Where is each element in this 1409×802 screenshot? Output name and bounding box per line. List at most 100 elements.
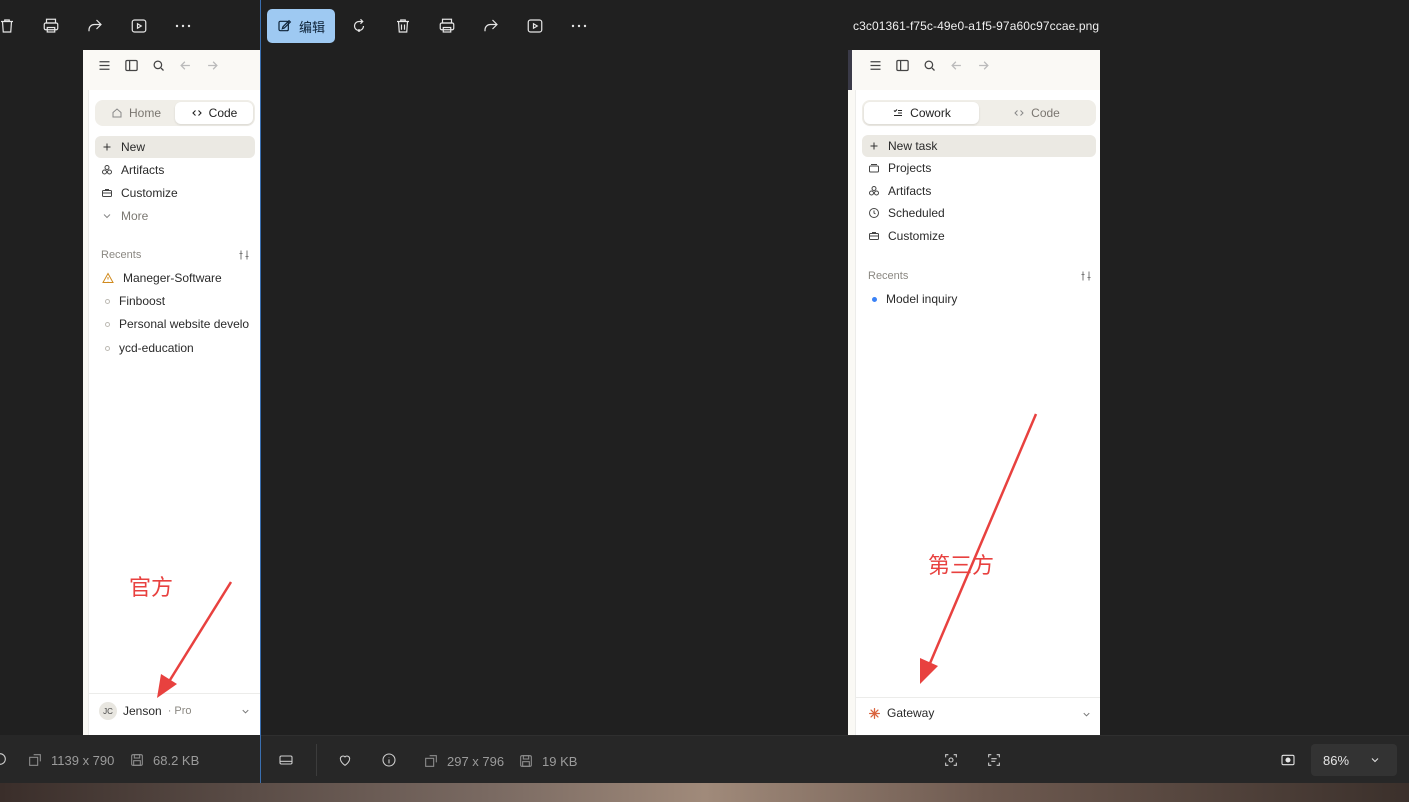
share-icon[interactable] bbox=[480, 15, 502, 37]
panel-nav bbox=[868, 50, 991, 80]
filter-icon[interactable] bbox=[238, 249, 250, 261]
user-name: Jenson bbox=[123, 704, 162, 718]
text-scan-icon[interactable] bbox=[985, 751, 1003, 769]
fit-to-window-icon[interactable] bbox=[1279, 751, 1297, 769]
zoom-value: 86% bbox=[1323, 752, 1350, 768]
recents-label: Recents bbox=[868, 270, 909, 282]
delete-icon[interactable] bbox=[392, 15, 414, 37]
tab-home[interactable]: Home bbox=[97, 102, 175, 124]
folder-icon bbox=[869, 164, 879, 173]
slideshow-icon[interactable] bbox=[524, 15, 546, 37]
dimensions-icon bbox=[26, 751, 44, 769]
status-bar: 297 x 796 19 KB 86% bbox=[261, 735, 1409, 783]
visual-search-icon[interactable] bbox=[942, 751, 960, 769]
active-dot bbox=[872, 296, 877, 302]
viewer-window-center: 编辑 c3c01361-f75c-49e0-a1f5-97a60c97ccae.… bbox=[260, 0, 1409, 783]
film-strip-icon[interactable] bbox=[0, 750, 9, 768]
menu-customize[interactable]: Customize bbox=[862, 225, 1096, 247]
forward-arrow-icon bbox=[208, 60, 218, 70]
filter-icon[interactable] bbox=[1080, 270, 1092, 282]
tab-code[interactable]: Code bbox=[979, 102, 1094, 124]
menu-artifacts[interactable]: Artifacts bbox=[862, 180, 1096, 202]
scroll-edge bbox=[848, 50, 852, 90]
status-dot bbox=[105, 345, 110, 351]
search-icon bbox=[153, 60, 164, 71]
warning-icon bbox=[102, 272, 114, 283]
delete-icon[interactable] bbox=[0, 15, 18, 37]
sparkle-icon bbox=[868, 707, 881, 719]
tab-cowork[interactable]: Cowork bbox=[864, 102, 979, 124]
plus-icon bbox=[870, 142, 878, 150]
recent-item[interactable]: Maneger-Software bbox=[102, 271, 222, 285]
divider bbox=[856, 697, 1100, 698]
cowork-icon bbox=[893, 109, 903, 117]
zoom-select[interactable]: 86% bbox=[1311, 744, 1397, 776]
artifacts-icon bbox=[869, 186, 879, 196]
menu-projects[interactable]: Projects bbox=[862, 157, 1096, 179]
status-dot bbox=[105, 298, 110, 304]
share-icon[interactable] bbox=[84, 15, 106, 37]
forward-arrow-icon bbox=[979, 60, 989, 70]
claude-thirdparty-screenshot: Cowork Code New task Projects Artifacts bbox=[848, 50, 1100, 735]
image-dimensions: 1139 x 790 bbox=[51, 753, 115, 768]
account-row[interactable]: Gateway bbox=[868, 706, 934, 720]
recent-item[interactable]: Model inquiry bbox=[872, 292, 957, 306]
chevron-down-icon bbox=[1371, 758, 1379, 763]
menu-more[interactable]: More bbox=[95, 205, 255, 227]
print-icon[interactable] bbox=[40, 15, 62, 37]
user-plan: · Pro bbox=[167, 705, 192, 717]
menu-artifacts[interactable]: Artifacts bbox=[95, 159, 255, 181]
status-dot bbox=[105, 321, 110, 327]
menu-icon bbox=[870, 60, 881, 70]
rotate-icon[interactable] bbox=[348, 15, 370, 37]
chevron-down-icon[interactable] bbox=[240, 706, 251, 717]
divider bbox=[316, 744, 317, 776]
heart-icon[interactable] bbox=[336, 751, 354, 769]
menu-icon bbox=[99, 60, 110, 70]
menu-customize[interactable]: Customize bbox=[95, 182, 255, 204]
sidebar-icon bbox=[125, 59, 138, 71]
info-icon[interactable] bbox=[380, 751, 398, 769]
more-icon[interactable] bbox=[568, 15, 590, 37]
file-size: 19 KB bbox=[542, 754, 578, 769]
file-name: c3c01361-f75c-49e0-a1f5-97a60c97ccae.png bbox=[853, 19, 1100, 33]
code-icon bbox=[191, 110, 202, 116]
edit-image-icon bbox=[278, 19, 292, 32]
claude-official-screenshot: Home Code New Artifacts Customize More R… bbox=[83, 50, 260, 735]
print-icon[interactable] bbox=[436, 15, 458, 37]
recent-item[interactable]: Personal website develo bbox=[105, 317, 249, 331]
mode-switch: Cowork Code bbox=[862, 100, 1096, 126]
home-icon bbox=[112, 108, 122, 118]
toolbar-left bbox=[0, 0, 262, 50]
chevron-down-icon[interactable] bbox=[1081, 709, 1092, 720]
briefcase-icon bbox=[869, 232, 879, 240]
back-arrow-icon bbox=[951, 60, 961, 70]
menu-scheduled[interactable]: Scheduled bbox=[862, 202, 1096, 224]
arrow-annotation bbox=[920, 413, 1038, 684]
film-strip-icon[interactable] bbox=[277, 751, 295, 769]
artifacts-icon bbox=[102, 165, 112, 175]
back-arrow-icon bbox=[180, 60, 190, 70]
file-size: 68.2 KB bbox=[153, 753, 200, 768]
dimensions-icon bbox=[422, 752, 440, 770]
briefcase-icon bbox=[102, 189, 112, 197]
tab-code[interactable]: Code bbox=[175, 102, 253, 124]
status-bar-left: 1139 x 790 68.2 KB bbox=[0, 735, 260, 783]
menu-new[interactable]: New bbox=[95, 136, 255, 158]
code-icon bbox=[1014, 110, 1024, 116]
clock-icon bbox=[869, 208, 879, 218]
account-name: Gateway bbox=[887, 706, 935, 720]
account-row[interactable]: JC Jenson · Pro bbox=[99, 702, 192, 720]
search-icon bbox=[924, 60, 935, 71]
more-icon[interactable] bbox=[172, 15, 194, 37]
recent-item[interactable]: Finboost bbox=[105, 294, 165, 308]
slideshow-icon[interactable] bbox=[128, 15, 150, 37]
mode-switch: Home Code bbox=[95, 100, 255, 126]
edit-button[interactable]: 编辑 bbox=[267, 9, 335, 43]
recents-label: Recents bbox=[101, 249, 142, 261]
recent-item[interactable]: ycd-education bbox=[105, 341, 194, 355]
menu-new-task[interactable]: New task bbox=[862, 135, 1096, 157]
sidebar-icon bbox=[896, 59, 909, 71]
save-icon bbox=[128, 751, 146, 769]
save-icon bbox=[517, 752, 535, 770]
